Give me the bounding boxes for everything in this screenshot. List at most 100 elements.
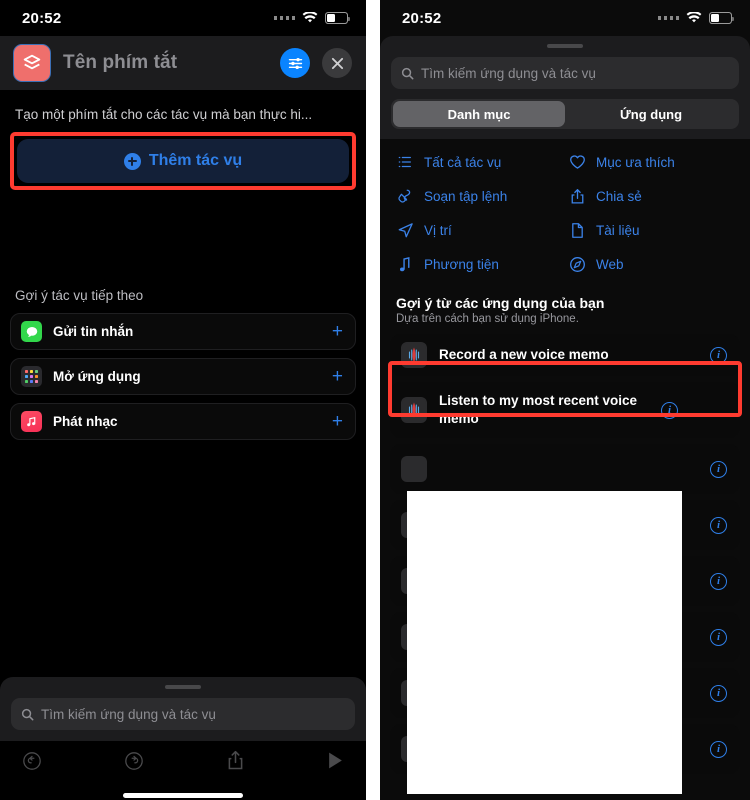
status-bar-indicators	[273, 12, 351, 24]
white-overlay-block	[407, 491, 682, 795]
info-icon[interactable]: i	[661, 401, 678, 419]
list-item[interactable]: Listen to my most recent voice memo i	[390, 382, 740, 438]
search-placeholder: Tìm kiếm ứng dụng và tác vụ	[421, 65, 596, 81]
list-item[interactable]: Record a new voice memo i	[390, 334, 740, 376]
app-suggestions-title: Gợi ý từ các ứng dụng của bạn	[396, 295, 605, 311]
wifi-icon	[686, 12, 702, 24]
home-indicator	[123, 793, 243, 798]
shortcut-name-field[interactable]: Tên phím tắt	[63, 52, 268, 74]
plus-icon[interactable]: +	[332, 322, 343, 341]
category-favorites[interactable]: Mục ưa thích	[568, 153, 734, 171]
shortcut-header: Tên phím tắt	[0, 36, 366, 90]
list-bullet-icon	[396, 153, 414, 171]
voice-memos-app-icon	[401, 342, 427, 368]
info-icon[interactable]: i	[710, 684, 727, 702]
redo-icon[interactable]	[124, 751, 144, 776]
category-label: Tất cả tác vụ	[424, 154, 502, 170]
shortcut-description: Tạo một phím tắt cho các tác vụ mà bạn t…	[15, 107, 313, 122]
shortcut-editor-body: Tạo một phím tắt cho các tác vụ mà bạn t…	[0, 90, 366, 677]
list-item-label: Gửi tin nhắn	[53, 324, 134, 339]
screenshot-stage: 20:52 Tên phím tắt Tạo một phím tắt cho …	[0, 0, 750, 800]
signal-dots-icon	[657, 16, 679, 20]
list-item[interactable]: Gửi tin nhắn +	[10, 313, 356, 350]
status-bar-time: 20:52	[402, 9, 442, 27]
plus-icon[interactable]: +	[332, 412, 343, 431]
list-bottom-edge	[380, 794, 750, 800]
scripting-icon	[396, 187, 414, 205]
info-icon[interactable]: i	[710, 572, 727, 590]
safari-compass-icon	[568, 255, 586, 273]
category-media[interactable]: Phương tiện	[396, 255, 562, 273]
category-location[interactable]: Vị trí	[396, 221, 562, 239]
list-item[interactable]: Phát nhạc +	[10, 403, 356, 440]
next-suggestions-list: Gửi tin nhắn + Mở ứng dụng + Phát nhạc +	[0, 313, 366, 440]
list-item-label: Listen to my most recent voice memo	[439, 392, 638, 426]
category-sharing[interactable]: Chia sẻ	[568, 187, 734, 205]
list-item[interactable]: Mở ứng dụng +	[10, 358, 356, 395]
list-item-label: Phát nhạc	[53, 414, 118, 429]
play-icon[interactable]	[327, 751, 344, 775]
left-bottom-dock: Tìm kiếm ứng dụng và tác vụ	[0, 677, 366, 800]
undo-icon[interactable]	[22, 751, 42, 776]
right-status-bar: 20:52	[380, 0, 750, 36]
editor-toolbar	[0, 741, 366, 785]
sheet-grabber[interactable]	[165, 685, 201, 689]
share-icon	[568, 187, 586, 205]
left-status-bar: 20:52	[0, 0, 366, 36]
location-arrow-icon	[396, 221, 414, 239]
tab-apps[interactable]: Ứng dụng	[565, 101, 737, 127]
music-app-icon	[21, 411, 42, 432]
sliders-icon[interactable]	[280, 48, 310, 78]
signal-dots-icon	[273, 16, 295, 20]
sheet-grabber[interactable]	[547, 44, 583, 48]
info-icon[interactable]: i	[710, 516, 727, 534]
heart-icon	[568, 153, 586, 171]
category-label: Chia sẻ	[596, 188, 642, 204]
dock-sheet: Tìm kiếm ứng dụng và tác vụ	[0, 677, 366, 741]
list-item-label: Record a new voice memo	[439, 346, 609, 362]
panel-separator	[366, 0, 380, 800]
voice-memos-app-icon	[401, 456, 427, 482]
info-icon[interactable]: i	[710, 346, 727, 364]
app-suggestions-subtitle: Dựa trên cách bạn sử dụng iPhone.	[396, 313, 579, 325]
category-label: Web	[596, 256, 624, 272]
shortcuts-app-icon[interactable]	[13, 44, 51, 82]
status-bar-time: 20:52	[22, 9, 62, 27]
category-scripting[interactable]: Soạn tập lệnh	[396, 187, 562, 205]
category-grid: Tất cả tác vụ Mục ưa thích Soạn tập lệnh	[380, 153, 750, 273]
add-action-button[interactable]: Thêm tác vụ	[17, 139, 349, 183]
battery-icon	[709, 12, 735, 24]
category-documents[interactable]: Tài liệu	[568, 221, 734, 239]
app-grid-icon	[21, 366, 42, 387]
status-bar-indicators	[657, 12, 735, 24]
right-phone-panel: 20:52 Tìm kiếm ứng dụng và tác vụ Danh m…	[380, 0, 750, 800]
share-icon[interactable]	[226, 750, 245, 776]
voice-memos-app-icon	[401, 397, 427, 423]
plus-circle-icon	[123, 152, 141, 170]
battery-icon	[325, 12, 351, 24]
info-icon[interactable]: i	[710, 460, 727, 478]
add-action-label: Thêm tác vụ	[148, 152, 243, 169]
search-input[interactable]: Tìm kiếm ứng dụng và tác vụ	[11, 698, 355, 730]
category-label: Phương tiện	[424, 256, 499, 272]
document-icon	[568, 221, 586, 239]
info-icon[interactable]: i	[710, 628, 727, 646]
category-label: Vị trí	[424, 222, 452, 238]
category-all-actions[interactable]: Tất cả tác vụ	[396, 153, 562, 171]
search-placeholder: Tìm kiếm ứng dụng và tác vụ	[41, 706, 216, 722]
category-web[interactable]: Web	[568, 255, 734, 273]
plus-icon[interactable]: +	[332, 367, 343, 386]
category-label: Tài liệu	[596, 222, 640, 238]
add-action-highlight: Thêm tác vụ	[10, 132, 356, 190]
tab-categories[interactable]: Danh mục	[393, 101, 565, 127]
search-input[interactable]: Tìm kiếm ứng dụng và tác vụ	[391, 57, 739, 89]
search-icon	[21, 708, 34, 720]
left-phone-panel: 20:52 Tên phím tắt Tạo một phím tắt cho …	[0, 0, 366, 800]
list-item[interactable]: i	[390, 444, 740, 494]
next-suggestions-title: Gợi ý tác vụ tiếp theo	[15, 288, 144, 303]
segmented-control: Danh mục Ứng dụng	[391, 99, 739, 129]
info-icon[interactable]: i	[710, 740, 727, 758]
list-item-label: Mở ứng dụng	[53, 369, 141, 384]
close-icon[interactable]	[322, 48, 352, 78]
music-note-icon	[396, 255, 414, 273]
